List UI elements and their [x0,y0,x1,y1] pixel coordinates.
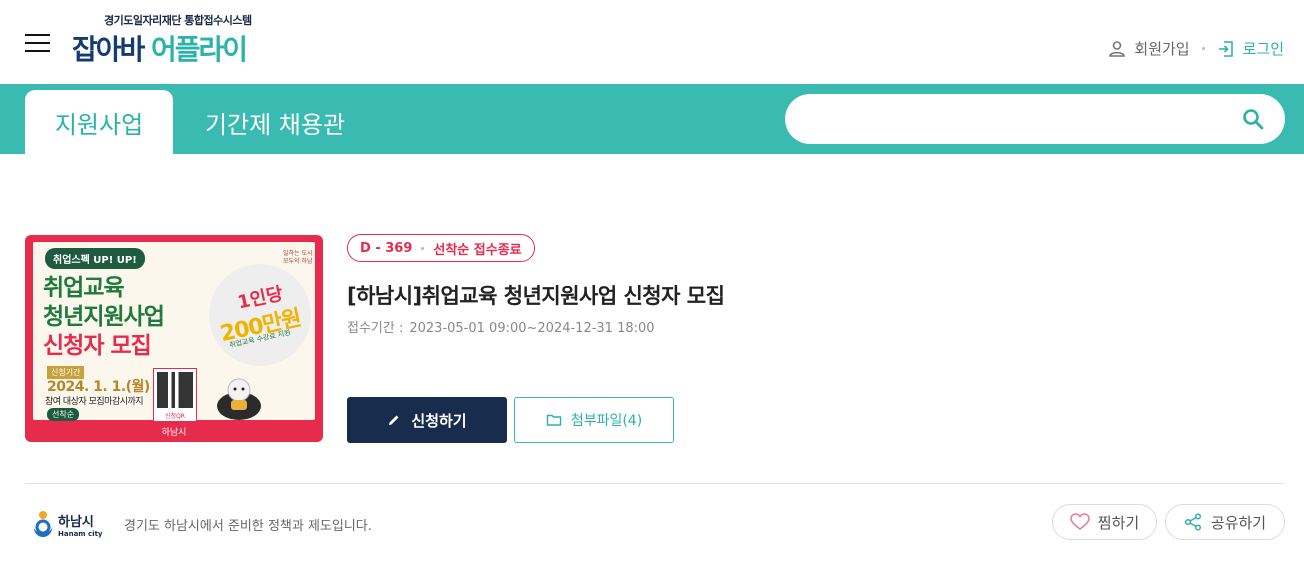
apply-button[interactable]: 신청하기 [347,397,507,443]
search-input[interactable] [807,104,1227,134]
speech-bubble: 1인당 200만원 취업교육 수강료 지원 [209,264,311,366]
org-name: 하남시 [58,514,94,530]
period-label: 접수기간 : [347,321,404,336]
status-text: 선착순 접수종료 [433,242,522,258]
search-bar [785,94,1285,144]
like-label: 찜하기 [1097,513,1140,532]
logo-wordmark: 잡아바 어플라이 [72,33,248,66]
dday-count: D - 369 [360,240,413,256]
thumbnail-title: 취업교육 청년지원사업 신청자 모집 [43,275,165,359]
search-icon[interactable] [1241,107,1265,131]
folder-icon [546,414,562,426]
share-label: 공유하기 [1210,513,1267,532]
mascot-illustration [217,378,261,420]
thumbnail-date: 2024. 1. 1.(월) ~ [47,379,166,395]
logo-subtitle: 경기도일자리재단 통합접수시스템 [104,14,252,27]
share-icon [1184,513,1201,531]
share-button[interactable]: 공유하기 [1165,504,1285,540]
like-button[interactable]: 찜하기 [1052,504,1157,540]
tab-support-programs[interactable]: 지원사업 [25,90,173,154]
pencil-icon [389,415,399,425]
login-icon [1218,40,1233,57]
header: 경기도일자리재단 통합접수시스템 잡아바 어플라이 회원가입 로그인 [0,0,1304,84]
program-title[interactable]: [하남시]취업교육 청년지원사업 신청자 모집 [347,280,725,310]
application-period: 접수기간 : 2023-05-01 09:00~2024-12-31 18:00 [347,317,655,336]
hanam-city-logo: 하남시 Hanam city [34,511,103,538]
period-value: 2023-05-01 09:00~2024-12-31 18:00 [409,321,655,336]
thumbnail-tag: 취업스펙 UP! UP! [45,248,145,269]
menu-icon[interactable] [25,34,50,52]
program-thumbnail[interactable]: 취업스펙 UP! UP! 취업교육 청년지원사업 신청자 모집 신청기간 202… [25,235,323,442]
login-link[interactable]: 로그인 [1217,38,1284,59]
attachment-button[interactable]: 첨부파일(4) [514,397,674,443]
qr-code: 신청QR [153,368,197,422]
divider [25,483,1285,484]
site-logo[interactable]: 경기도일자리재단 통합접수시스템 잡아바 어플라이 [72,10,292,66]
thumbnail-stamp: 일하는 도시 모두의 하남 [283,250,313,265]
dday-badge: D - 369 선착순 접수종료 [347,234,535,262]
thumbnail-footer: 하남시 [161,428,187,438]
org-description: 경기도 하남시에서 준비한 정책과 제도입니다. [124,519,372,534]
heart-icon [1070,513,1090,530]
separator-dot [1201,47,1205,50]
user-icon [1109,40,1126,57]
thumbnail-note: 참여 대상자 모집마감시까지 [45,397,144,407]
login-label: 로그인 [1242,40,1284,58]
apply-label: 신청하기 [411,411,467,430]
signup-label: 회원가입 [1134,40,1190,58]
main-nav: 지원사업 기간제 채용관 [0,84,1304,154]
top-links: 회원가입 로그인 [1108,38,1284,59]
thumbnail-poster: 취업스펙 UP! UP! 취업교육 청년지원사업 신청자 모집 신청기간 202… [33,242,315,422]
attachment-label: 첨부파일(4) [570,413,643,429]
thumbnail-badge: 선착순 [47,408,80,421]
org-name-en: Hanam city [58,530,103,538]
signup-link[interactable]: 회원가입 [1108,38,1190,59]
tab-fixed-term-jobs[interactable]: 기간제 채용관 [190,90,360,154]
